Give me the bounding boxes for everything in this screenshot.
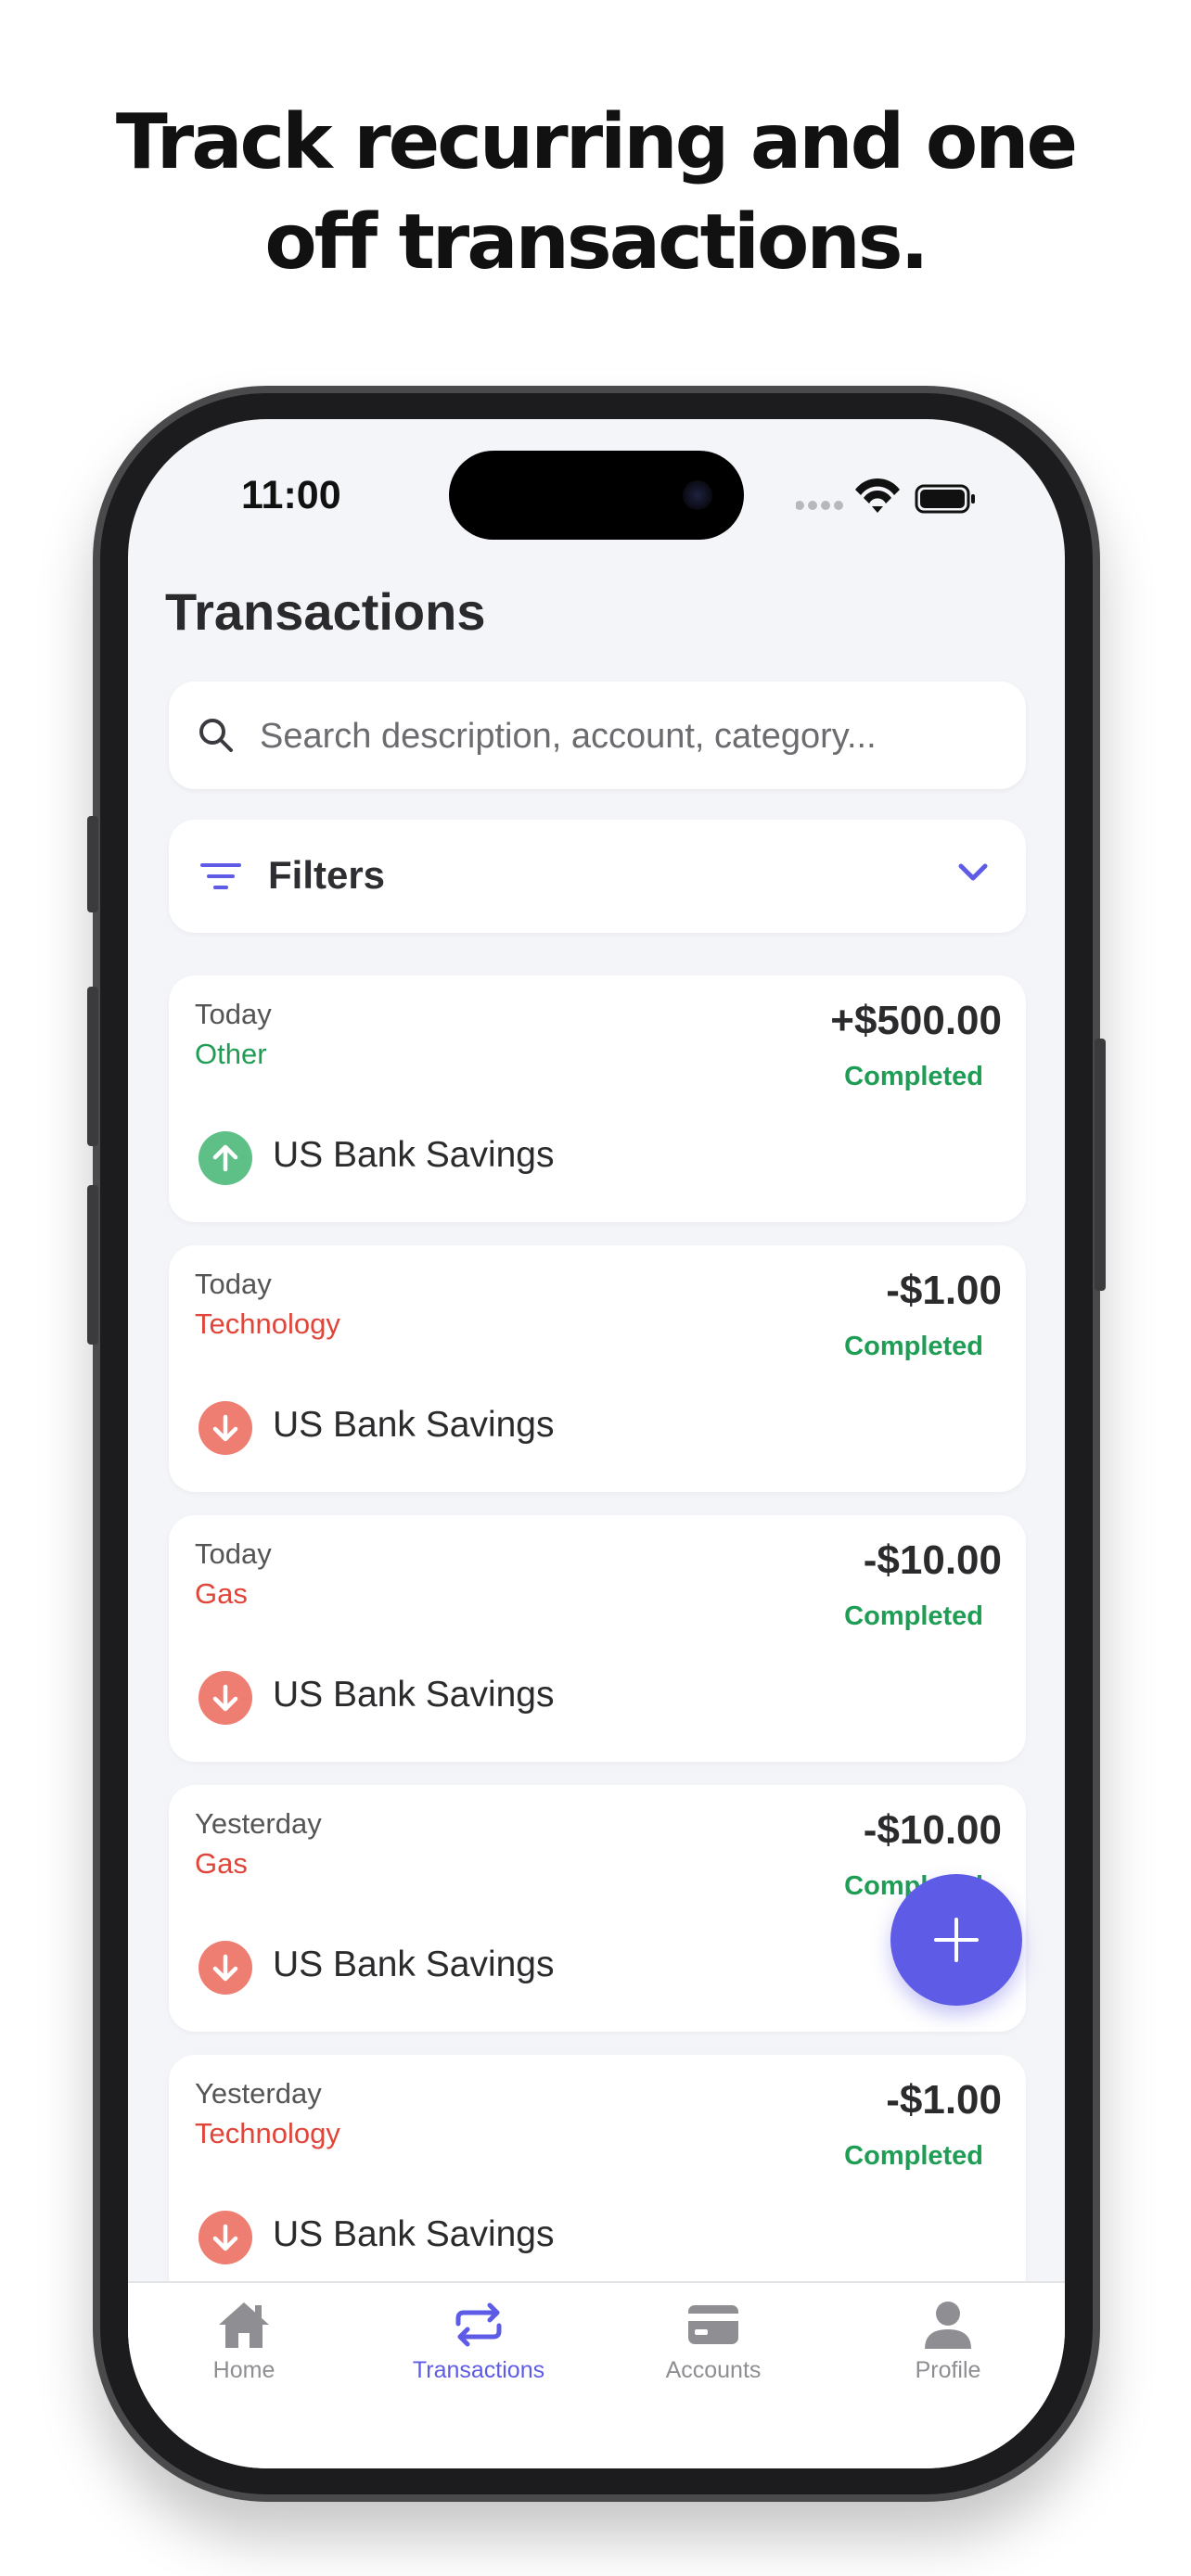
- transaction-account: US Bank Savings: [273, 1405, 555, 1445]
- arrow-down-icon: [198, 1401, 252, 1455]
- transaction-status: Completed: [844, 1062, 983, 1091]
- tab-transactions-label: Transactions: [412, 2357, 545, 2383]
- filter-icon: [200, 863, 241, 889]
- transaction-card[interactable]: Yesterday Technology -$1.00 Completed US…: [169, 2055, 1026, 2302]
- transaction-account: US Bank Savings: [273, 1945, 555, 1984]
- tab-home-label: Home: [212, 2357, 275, 2383]
- transaction-status: Completed: [844, 2141, 983, 2171]
- tab-bar: Home Transactions Accounts Profile: [128, 2281, 1065, 2468]
- plus-icon: [934, 1918, 979, 1962]
- volume-down-button: [87, 1185, 98, 1345]
- volume-up-button: [87, 987, 98, 1146]
- transaction-category: Technology: [195, 2117, 340, 2149]
- transaction-category: Gas: [195, 1577, 248, 1610]
- transaction-card[interactable]: Today Technology -$1.00 Completed US Ban…: [169, 1245, 1026, 1492]
- transaction-date: Yesterday: [195, 2077, 322, 2110]
- headline-line-2: off transactions.: [264, 198, 928, 287]
- transaction-date: Today: [195, 1537, 272, 1570]
- transaction-account: US Bank Savings: [273, 1135, 555, 1175]
- transaction-card[interactable]: Today Gas -$10.00 Completed US Bank Savi…: [169, 1515, 1026, 1762]
- tab-profile-label: Profile: [915, 2357, 981, 2383]
- marketing-headline: Track recurring and one off transactions…: [0, 93, 1191, 293]
- status-icons: [795, 477, 981, 523]
- search-bar[interactable]: [169, 682, 1026, 791]
- app-screen: 11:00 Transactions Search description, a…: [128, 419, 1065, 2468]
- transaction-card[interactable]: Today Other +$500.00 Completed US Bank S…: [169, 976, 1026, 1222]
- transaction-amount: -$1.00: [886, 2077, 1002, 2123]
- transaction-amount: +$500.00: [830, 998, 1002, 1043]
- side-button: [1095, 1039, 1106, 1291]
- repeat-icon: [455, 2302, 502, 2347]
- transaction-account: US Bank Savings: [273, 1675, 555, 1715]
- page-title: Transactions: [165, 582, 486, 641]
- chevron-down-icon: [958, 863, 988, 881]
- arrow-up-icon: [198, 1131, 252, 1185]
- transaction-amount: -$1.00: [886, 1268, 1002, 1313]
- transaction-amount: -$10.00: [863, 1537, 1002, 1583]
- arrow-down-icon: [198, 1941, 252, 1995]
- battery-icon: [915, 484, 975, 514]
- transaction-status: Completed: [844, 1332, 983, 1361]
- transaction-category: Technology: [195, 1307, 340, 1340]
- arrow-down-icon: [198, 1671, 252, 1725]
- camera-icon: [683, 480, 712, 510]
- transaction-account: US Bank Savings: [273, 2214, 555, 2254]
- headline-line-1: Track recurring and one: [115, 98, 1078, 186]
- action-button: [87, 816, 98, 912]
- add-transaction-button[interactable]: [890, 1874, 1022, 2006]
- transaction-category: Other: [195, 1038, 267, 1070]
- tab-accounts[interactable]: Accounts: [621, 2300, 806, 2402]
- wifi-icon: [855, 478, 900, 513]
- transaction-date: Today: [195, 1268, 272, 1300]
- transaction-date: Today: [195, 998, 272, 1030]
- tab-transactions[interactable]: Transactions: [386, 2300, 571, 2402]
- tab-home[interactable]: Home: [151, 2300, 337, 2402]
- home-icon: [219, 2302, 269, 2348]
- filters-dropdown[interactable]: Filters: [169, 820, 1026, 933]
- dynamic-island: [449, 451, 744, 540]
- cellular-signal-icon: [795, 501, 843, 510]
- filters-label: Filters: [268, 853, 386, 897]
- arrow-down-icon: [198, 2211, 252, 2264]
- card-icon: [688, 2305, 738, 2344]
- person-icon: [925, 2302, 971, 2349]
- tab-profile[interactable]: Profile: [855, 2300, 1041, 2402]
- transaction-category: Gas: [195, 1847, 248, 1880]
- tab-accounts-label: Accounts: [665, 2357, 762, 2383]
- transaction-date: Yesterday: [195, 1807, 322, 1840]
- search-icon: [199, 719, 233, 752]
- transaction-status: Completed: [844, 1601, 983, 1631]
- status-time: 11:00: [241, 473, 341, 517]
- search-input[interactable]: [258, 682, 1004, 791]
- transaction-amount: -$10.00: [863, 1807, 1002, 1853]
